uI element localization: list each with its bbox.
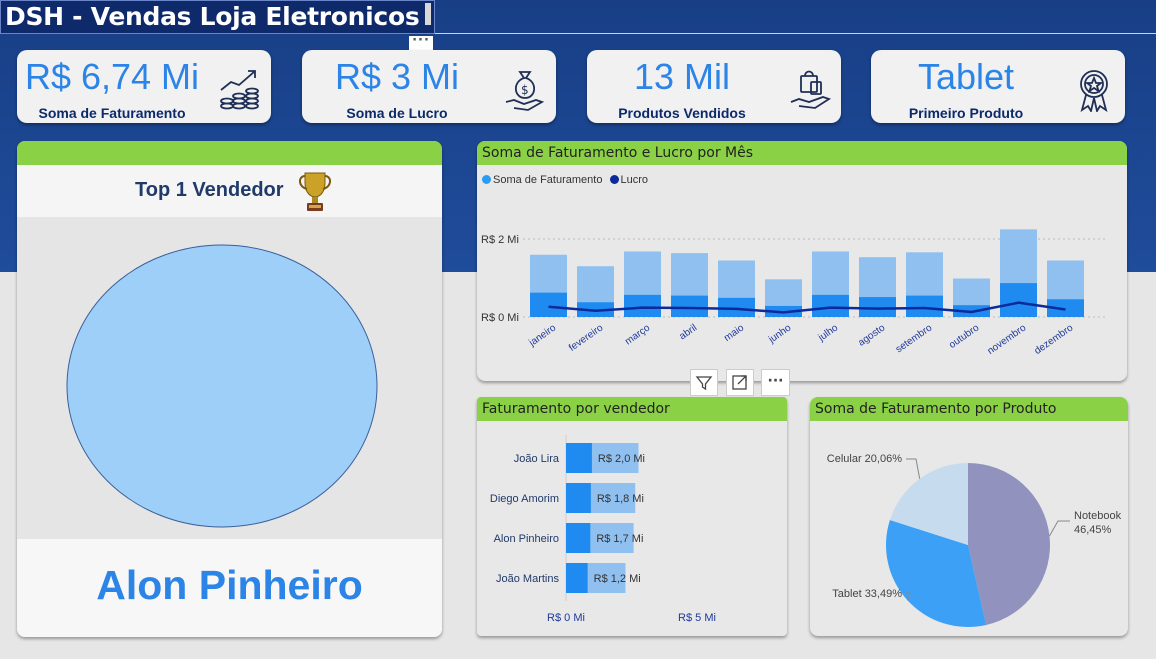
kpi-card-faturamento[interactable]: R$ 6,74 Mi Soma de Faturamento: [17, 50, 271, 123]
vendor-chart-panel[interactable]: Faturamento por vendedor João Lira R$ 2,0…: [477, 397, 787, 636]
filter-icon[interactable]: [690, 369, 718, 396]
vendor-chart-plot: João Lira R$ 2,0 Mi Diego Amorim R$ 1,8 Mi A…: [490, 435, 716, 624]
dashboard-title: DSH - Vendas Loja Eletronicos: [5, 2, 420, 31]
kpi-label: Soma de Lucro: [346, 105, 448, 121]
focus-mode-icon[interactable]: [726, 369, 754, 396]
x-tick-label: R$ 0 Mi: [547, 612, 585, 624]
x-tick-label: dezembro: [1032, 322, 1075, 357]
x-tick-label: março: [623, 322, 652, 347]
x-tick-label: R$ 5 Mi: [678, 612, 716, 624]
award-badge-icon: [1080, 70, 1108, 112]
bar-lucro-segment: [812, 294, 849, 317]
monthly-chart-plot: R$ 0 Mi R$ 2 Mi janeiro fevereiro março abril…: [481, 229, 1107, 357]
panel-header: Soma de Faturamento e Lucro por Mês: [477, 141, 1127, 165]
kpi-value: R$ 6,74 Mi: [24, 56, 200, 97]
leader-line: [1049, 520, 1070, 537]
data-label: Celular 20,06%: [827, 453, 902, 465]
y-tick-label: Alon Pinheiro: [494, 533, 559, 545]
shopping-bag-hand-icon: [790, 70, 832, 109]
top-vendor-heading-box: Top 1 Vendedor: [17, 165, 442, 217]
panel-header: [17, 141, 442, 165]
panel-header: Faturamento por vendedor: [477, 397, 787, 421]
text-cursor: [425, 3, 431, 25]
x-tick-label: janeiro: [526, 322, 558, 349]
vendor-photo-area: [17, 217, 442, 539]
bar-segment: [566, 483, 591, 513]
kpi-card-primeiro-produto[interactable]: Tablet Primeiro Produto: [871, 50, 1125, 123]
more-options-icon[interactable]: ···: [761, 369, 790, 396]
bar-lucro-segment: [1000, 283, 1037, 317]
title-divider: [435, 33, 1156, 34]
kpi-label: Primeiro Produto: [908, 105, 1024, 121]
bar-lucro-segment: [530, 292, 567, 317]
money-bag-hand-icon: $: [505, 71, 545, 111]
trophy-icon: [299, 172, 331, 211]
y-tick-label: R$ 2 Mi: [481, 234, 519, 246]
data-label: R$ 1,2 Mi: [594, 573, 641, 585]
chart-title: Soma de Faturamento e Lucro por Mês: [482, 145, 754, 161]
visual-toolbar: ···: [690, 369, 790, 397]
product-pie-plot: Notebook 46,45% Tablet 33,49% Celular 20,06…: [827, 453, 1122, 627]
data-label: R$ 2,0 Mi: [598, 453, 645, 465]
bar-segment: [566, 443, 592, 473]
data-label: 46,45%: [1074, 524, 1112, 536]
data-label: R$ 1,7 Mi: [596, 533, 643, 545]
x-tick-label: novembro: [985, 322, 1028, 357]
svg-text:$: $: [521, 83, 529, 97]
x-tick-label: abril: [677, 322, 699, 342]
kpi-label: Produtos Vendidos: [618, 105, 746, 121]
x-tick-label: junho: [766, 322, 794, 346]
data-label: Notebook: [1074, 510, 1122, 522]
kpi-label: Soma de Faturamento: [38, 105, 186, 121]
leader-line: [906, 458, 921, 479]
bar-segment: [566, 563, 588, 593]
top-vendor-name: Alon Pinheiro: [96, 562, 363, 608]
kpi-value: Tablet: [917, 56, 1015, 97]
x-tick-label: fevereiro: [567, 322, 606, 354]
x-tick-label: setembro: [894, 322, 935, 355]
bar-lucro-segment: [624, 294, 661, 317]
kpi-card-lucro[interactable]: R$ 3 Mi Soma de Lucro $: [302, 50, 556, 123]
kpi-value: R$ 3 Mi: [334, 56, 460, 97]
vendor-avatar-placeholder: [66, 244, 378, 528]
y-tick-label: João Martins: [496, 573, 559, 585]
top-vendor-heading: Top 1 Vendedor: [135, 179, 284, 201]
bar-segment: [566, 523, 591, 553]
bar-lucro-segment: [671, 295, 708, 317]
y-tick-label: Diego Amorim: [490, 493, 559, 505]
monthly-chart-panel[interactable]: Soma de Faturamento e Lucro por Mês Soma…: [477, 141, 1127, 381]
dashboard-title-box[interactable]: DSH - Vendas Loja Eletronicos: [0, 0, 435, 34]
bar-lucro-segment: [906, 295, 943, 317]
chart-title: Soma de Faturamento por Produto: [815, 401, 1057, 417]
bar-lucro-segment: [859, 297, 896, 317]
product-pie-panel[interactable]: Soma de Faturamento por Produto Notebook…: [810, 397, 1128, 636]
coins-growth-icon: [220, 70, 259, 110]
kpi-card-produtos[interactable]: 13 Mil Produtos Vendidos: [587, 50, 841, 123]
data-label: R$ 1,8 Mi: [597, 493, 644, 505]
kpi-value: 13 Mil: [633, 56, 731, 97]
y-tick-label: R$ 0 Mi: [481, 312, 519, 324]
x-tick-label: maio: [722, 322, 746, 344]
chart-title: Faturamento por vendedor: [482, 401, 670, 417]
data-label: Tablet 33,49%: [832, 588, 902, 600]
x-tick-label: julho: [816, 322, 841, 344]
y-tick-label: João Lira: [514, 453, 560, 465]
x-tick-label: outubro: [947, 322, 981, 351]
panel-header: Soma de Faturamento por Produto: [810, 397, 1128, 421]
x-tick-label: agosto: [856, 322, 887, 348]
